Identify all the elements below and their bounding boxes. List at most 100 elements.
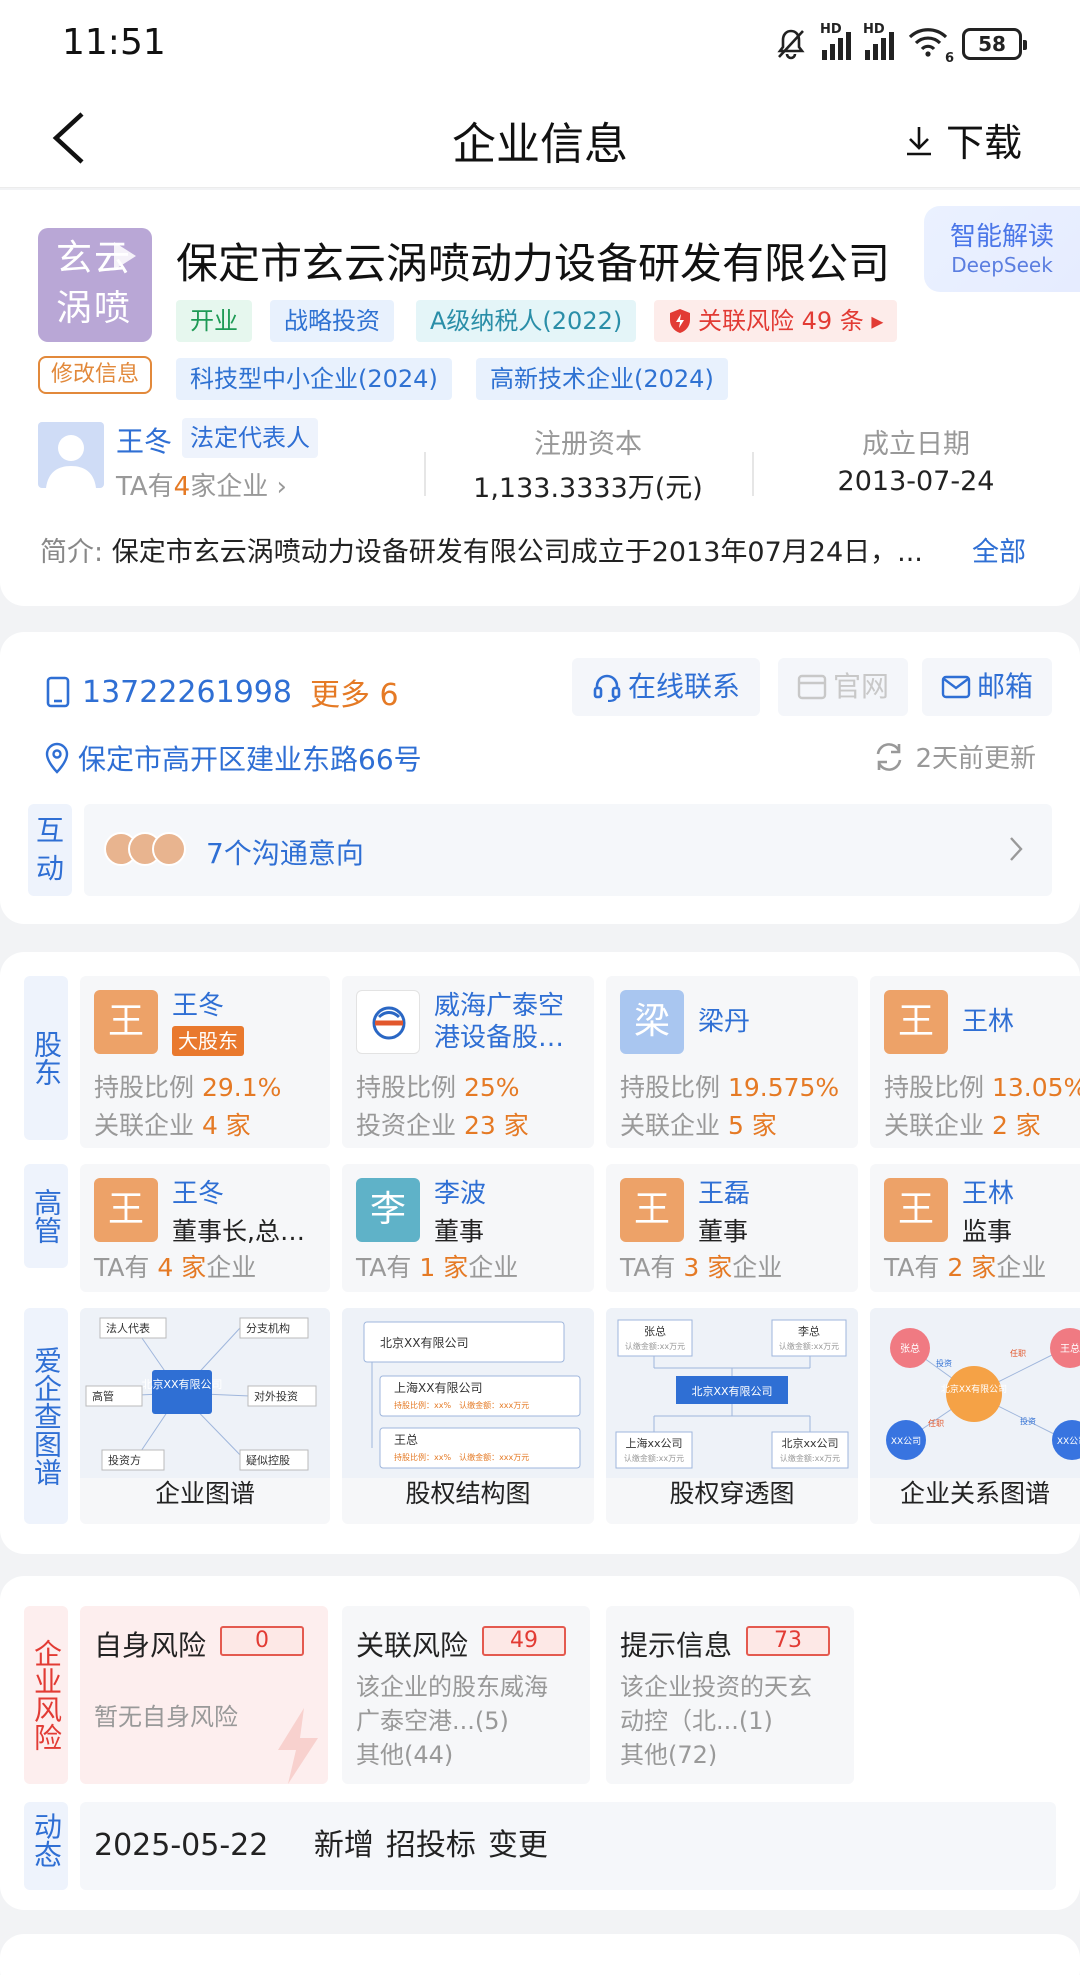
shareholder-card[interactable]: 梁 梁丹 持股比例 19.575% 关联企业 5 家 (606, 976, 858, 1148)
tag-tech-sme[interactable]: 科技型中小企业(2024) (176, 358, 452, 400)
shareholder-card[interactable]: 王 王林 持股比例 13.05% 关联企业 2 家 (870, 976, 1080, 1148)
legal-rep-tag: 法定代表人 (182, 418, 318, 458)
ai-interpret-button[interactable]: 智能解读 DeepSeek (924, 206, 1080, 292)
legal-rep-companies-link[interactable]: TA有4家企业 › (116, 466, 287, 503)
contact-card: 13722261998 更多 6 在线联系 官网 邮箱 保定市高开区建业东路66… (0, 632, 1080, 924)
avatar: 王 (884, 990, 948, 1054)
ai-sub: DeepSeek (951, 253, 1053, 277)
share-ratio-value: 13.05% (991, 1073, 1080, 1102)
g4-node: 张总 (900, 1342, 920, 1355)
download-label: 下载 (945, 121, 1022, 165)
related-value: 2 家 (991, 1111, 1041, 1140)
logo-text-2: 涡喷 (56, 288, 133, 329)
interaction-text: 7个沟通意向 (206, 837, 364, 870)
email-button[interactable]: 邮箱 (922, 658, 1052, 716)
address-row[interactable]: 保定市高开区建业东路66号 (44, 738, 422, 778)
executive-companies: TA有 3 家企业 (620, 1248, 782, 1284)
related-companies: 关联企业 4 家 (94, 1106, 251, 1142)
shareholder-card[interactable]: 王 王冬 大股东 持股比例 29.1% 关联企业 4 家 (80, 976, 330, 1148)
tip-info-desc: 该企业投资的天玄 (620, 1673, 812, 1701)
interaction-bar[interactable]: 7个沟通意向 (84, 804, 1052, 896)
intro-text: 保定市玄云涡喷动力设备研发有限公司成立于2013年07月24日，... (111, 537, 923, 568)
update-row[interactable]: 2天前更新 (873, 738, 1036, 775)
equity-penetration-card[interactable]: 张总 认缴金额:xx万元 李总 认缴金额:xx万元 北京XX有限公司 上海xx公… (606, 1308, 858, 1524)
graphs-label-text: 爱企查图谱 (30, 1346, 63, 1486)
g4-edge: 任职 (928, 1418, 944, 1428)
website-button[interactable]: 官网 (778, 658, 908, 716)
exec-post: 企业 (732, 1253, 783, 1282)
related-risk-card[interactable]: 关联风险 49 该企业的股东威海 广泰空港...(5) 其他(44) (342, 1606, 590, 1784)
executive-card[interactable]: 王 王磊 董事 TA有 3 家企业 (606, 1164, 858, 1292)
ai-title: 智能解读 (949, 222, 1054, 252)
status-bar: 11:51 HD HD 6 58 (0, 0, 1080, 88)
intro-more-link[interactable]: 全部 (972, 530, 1026, 569)
dynamics-date: 2025-05-22 (94, 1828, 269, 1863)
g2-sub: 持股比例：xx% 认缴金额：xxx万元 (394, 1400, 529, 1410)
executives-label: 高管 (24, 1164, 68, 1268)
company-logo: 玄云 涡喷 (38, 228, 152, 342)
g3-sub: 认缴金额:xx万元 (625, 1341, 685, 1351)
play-icon (114, 242, 136, 270)
nav-bar: 企业信息 下载 (0, 88, 1080, 188)
executive-companies: TA有 4 家企业 (94, 1248, 256, 1284)
executive-role: 董事长,总… (172, 1217, 305, 1246)
share-ratio: 持股比例 29.1% (94, 1068, 281, 1104)
dynamics-label-text: 动态 (30, 1812, 63, 1868)
wifi-sub: 6 (944, 51, 954, 66)
tag-high-tech[interactable]: 高新技术企业(2024) (476, 358, 728, 400)
g3-sub: 认缴金额:xx万元 (624, 1453, 684, 1463)
phone-row[interactable]: 13722261998 更多 6 (44, 670, 399, 714)
online-contact-button[interactable]: 在线联系 (572, 658, 760, 716)
equity-structure-card[interactable]: 北京XX有限公司 上海XX有限公司 持股比例：xx% 认缴金额：xxx万元 王总… (342, 1308, 594, 1524)
related-companies: 关联企业 5 家 (620, 1106, 777, 1142)
tip-info-card[interactable]: 提示信息 73 该企业投资的天玄 动控（北...(1) 其他(72) (606, 1606, 854, 1784)
dynamics-bar[interactable]: 2025-05-22 新增 招投标 变更 (80, 1802, 1056, 1890)
graph-label: 股权穿透图 (669, 1479, 795, 1508)
refresh-icon (877, 742, 902, 771)
tag-status[interactable]: 开业 (176, 300, 252, 342)
founded-label: 成立日期 (862, 429, 970, 460)
shareholder-name: 梁丹 (698, 1007, 751, 1037)
executive-role: 监事 (962, 1217, 1013, 1246)
tip-info-desc: 动控（北...(1) (620, 1707, 773, 1735)
equity-penetration-thumbnail: 张总 认缴金额:xx万元 李总 认缴金额:xx万元 北京XX有限公司 上海xx公… (606, 1308, 858, 1478)
divider (424, 452, 426, 496)
legal-rep-avatar[interactable] (38, 422, 104, 488)
executive-name: 李波 (434, 1179, 487, 1209)
exec-post: 企业 (468, 1253, 519, 1282)
executive-name: 王林 (962, 1179, 1015, 1209)
g3-sub: 认缴金额:xx万元 (779, 1341, 839, 1351)
g1-node: 对外投资 (254, 1389, 298, 1403)
headset-icon (593, 674, 621, 702)
company-name: 保定市玄云涡喷动力设备研发有限公司 (176, 239, 891, 288)
download-button[interactable]: 下载 (902, 112, 1022, 167)
executive-card[interactable]: 王 王林 监事 TA有 2 家企业 (870, 1164, 1080, 1292)
executive-companies: TA有 1 家企业 (356, 1248, 518, 1284)
g3-node: 李总 (798, 1324, 820, 1338)
executive-card[interactable]: 王 王冬 董事长,总… TA有 4 家企业 (80, 1164, 330, 1292)
tag-strategic[interactable]: 战略投资 (270, 300, 394, 342)
g1-center: 北京XX有限公司 (141, 1377, 222, 1391)
phone-more[interactable]: 更多 6 (310, 670, 399, 714)
self-risk-count: 0 (220, 1626, 304, 1656)
tag-taxpayer[interactable]: A级纳税人(2022) (416, 300, 637, 342)
enterprise-graph-card[interactable]: 北京XX有限公司 法人代表 分支机构 高管 对外投资 投资方 疑似控股 企业图谱 (80, 1308, 330, 1524)
executive-name: 王磊 (698, 1179, 751, 1209)
related-risk-desc: 广泰空港...(5) (356, 1707, 509, 1735)
self-risk-card[interactable]: 自身风险 0 暂无自身风险 (80, 1606, 328, 1784)
edit-info-button[interactable]: 修改信息 (38, 356, 152, 394)
legal-rep-name[interactable]: 王冬 (116, 420, 172, 460)
tag-related-risk[interactable]: 关联风险 49 条 ▸ (654, 300, 898, 342)
shareholder-card[interactable]: 威海广泰空港设备股… 持股比例 25% 投资企业 23 家 (342, 976, 594, 1148)
related-value: 4 家 (201, 1111, 251, 1140)
company-logo-avatar (356, 990, 420, 1054)
avatar (152, 832, 186, 866)
relation-graph-card[interactable]: 张总 王总 北京XX有限公司 XX公司 XX公司 投资 任职 任职 投资 企业关… (870, 1308, 1080, 1524)
executive-name: 王冬 (172, 1179, 225, 1209)
dynamics-label: 动态 (24, 1802, 68, 1890)
company-intro: 简介: 保定市玄云涡喷动力设备研发有限公司成立于2013年07月24日，... (40, 530, 923, 569)
share-ratio-label: 持股比例 (884, 1073, 992, 1102)
rep-sub-count: 4 (173, 472, 191, 502)
executive-card[interactable]: 李 李波 董事 TA有 1 家企业 (342, 1164, 594, 1292)
mute-bell-icon (777, 29, 805, 60)
